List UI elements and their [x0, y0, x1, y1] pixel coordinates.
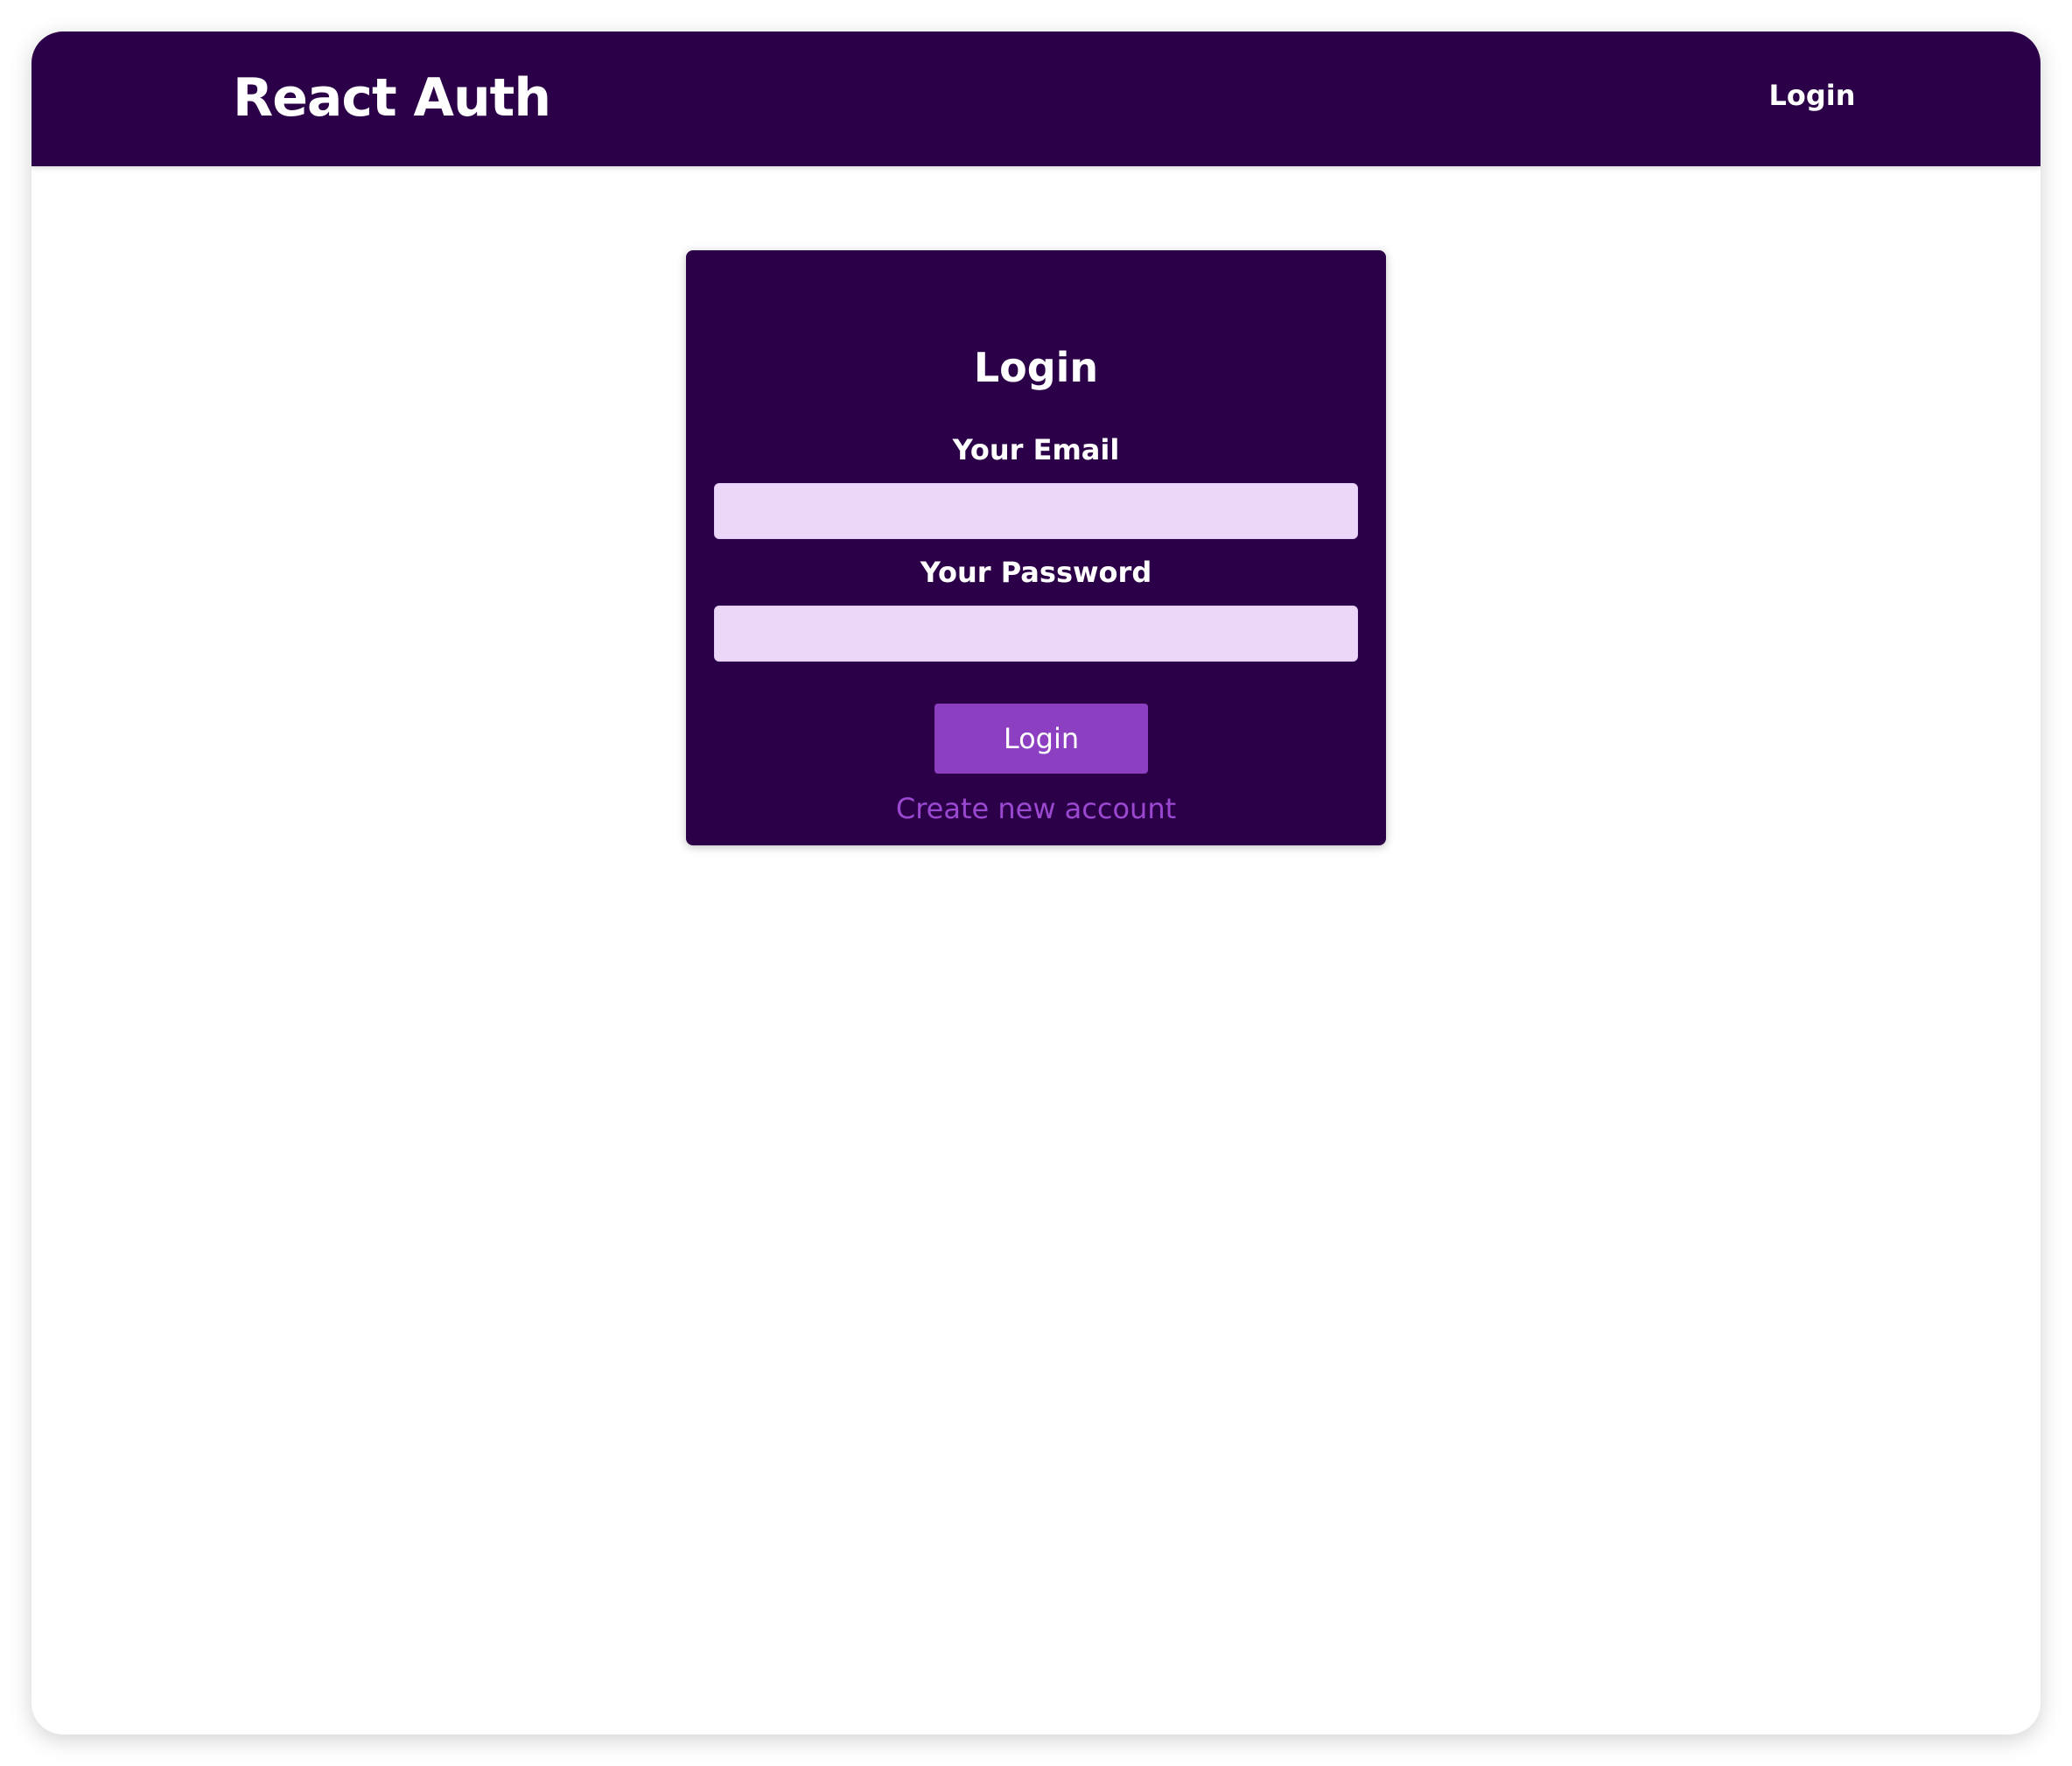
browser-window: React Auth Login Login Your Email Your P…: [32, 32, 2040, 1734]
auth-card: Login Your Email Your Password Login Cre…: [686, 250, 1386, 845]
password-label: Your Password: [920, 556, 1152, 589]
create-account-link[interactable]: Create new account: [686, 789, 1386, 828]
main-navigation: React Auth Login: [32, 32, 2040, 166]
email-input[interactable]: [714, 483, 1358, 539]
login-submit-button[interactable]: Login: [934, 704, 1148, 774]
nav-login-link[interactable]: Login: [1729, 75, 1895, 116]
email-label: Your Email: [952, 433, 1120, 466]
auth-title: Login: [973, 344, 1099, 391]
brand-logo[interactable]: React Auth: [233, 63, 551, 133]
password-input[interactable]: [714, 606, 1358, 662]
